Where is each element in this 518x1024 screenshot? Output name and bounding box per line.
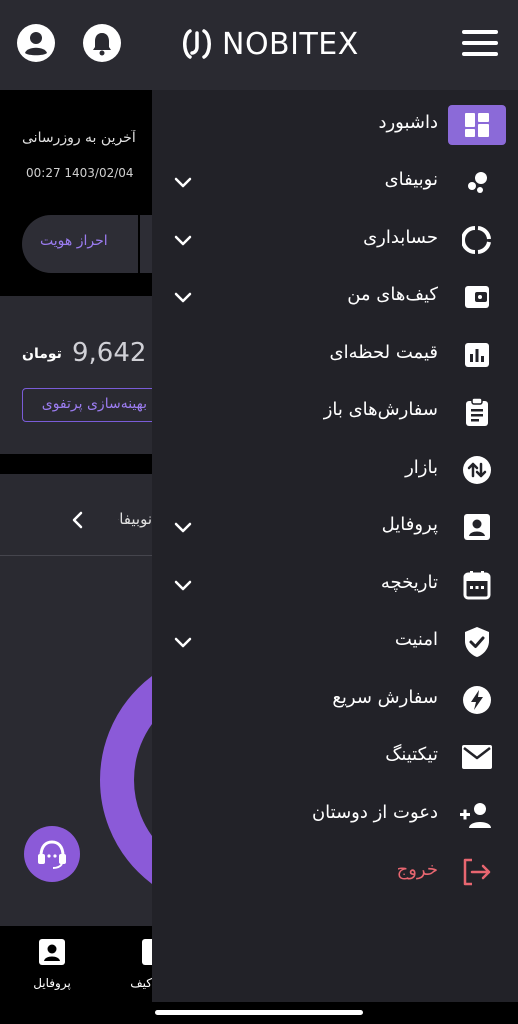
separator bbox=[0, 555, 152, 556]
menu-label: پروفایل bbox=[381, 514, 438, 535]
menu-item-accounting[interactable]: حسابداری bbox=[152, 215, 518, 265]
balance-value: 9,642 bbox=[72, 338, 147, 368]
bubbles-icon bbox=[448, 162, 506, 202]
app-header: NOBITEX bbox=[0, 0, 518, 90]
menu-label: سفارش سریع bbox=[332, 687, 438, 708]
last-update-label: آخرین به روزرسانی bbox=[22, 130, 136, 146]
notifications-button[interactable] bbox=[83, 24, 123, 64]
balance-section bbox=[0, 296, 152, 454]
menu-label: داشبورد bbox=[378, 112, 438, 133]
menu-item-invite-friends[interactable]: دعوت از دوستان bbox=[152, 790, 518, 840]
menu-label: سفارش‌های باز bbox=[323, 399, 438, 420]
bottom-nav-profile-label: پروفایل bbox=[33, 976, 71, 990]
menu-item-history[interactable]: تاریخچه bbox=[152, 560, 518, 610]
dashboard-icon bbox=[448, 105, 506, 145]
secondary-button-edge[interactable] bbox=[140, 215, 152, 273]
home-indicator[interactable] bbox=[155, 1010, 363, 1015]
menu-item-ticketing[interactable]: تیکتینگ bbox=[152, 732, 518, 782]
nobifi-link[interactable]: نوبیفای bbox=[118, 510, 152, 528]
navigation-drawer: داشبورد نوبیفای حسابداری bbox=[152, 90, 518, 1002]
chevron-down-icon bbox=[174, 522, 192, 533]
kyc-button-label: احراز هویت bbox=[40, 233, 108, 249]
hamburger-menu-icon bbox=[462, 30, 498, 56]
menu-item-logout[interactable]: خروج bbox=[152, 847, 518, 897]
menu-label: دعوت از دوستان bbox=[311, 802, 438, 823]
menu-button[interactable] bbox=[462, 30, 498, 58]
portfolio-optimize-button[interactable]: بهینه‌سازی پرتفوی bbox=[22, 388, 162, 422]
profile-card-icon bbox=[448, 507, 506, 547]
menu-item-security[interactable]: امنیت bbox=[152, 617, 518, 667]
bottom-nav-profile[interactable]: پروفایل bbox=[22, 938, 82, 990]
clipboard-icon bbox=[448, 392, 506, 432]
chevron-down-icon bbox=[174, 292, 192, 303]
last-update-time: 00:27 1403/02/04 bbox=[26, 166, 134, 180]
menu-label: قیمت لحظه‌ای bbox=[329, 342, 438, 363]
chevron-down-icon bbox=[174, 235, 192, 246]
lightning-icon bbox=[448, 680, 506, 720]
support-button[interactable] bbox=[24, 826, 80, 882]
menu-item-market[interactable]: بازار bbox=[152, 445, 518, 495]
menu-item-profile[interactable]: پروفایل bbox=[152, 502, 518, 552]
menu-label: خروج bbox=[396, 859, 438, 880]
nobitex-logo-icon bbox=[183, 29, 211, 59]
bottom-nav-wallet-label: کیف پول bbox=[128, 976, 152, 990]
section-gap bbox=[0, 454, 152, 474]
menu-label: حسابداری bbox=[363, 227, 438, 248]
balance-unit: تومان bbox=[22, 346, 62, 362]
headset-icon bbox=[38, 840, 66, 869]
account-button[interactable] bbox=[17, 24, 57, 64]
menu-item-quick-order[interactable]: سفارش سریع bbox=[152, 675, 518, 725]
menu-label: تاریخچه bbox=[380, 572, 438, 593]
menu-item-dashboard[interactable]: داشبورد bbox=[152, 100, 518, 150]
menu-label: بازار bbox=[405, 457, 438, 478]
swap-vertical-icon bbox=[448, 450, 506, 490]
menu-item-wallets[interactable]: کیف‌های من bbox=[152, 272, 518, 322]
portfolio-donut-chart bbox=[100, 650, 152, 910]
wallet-icon bbox=[448, 277, 506, 317]
chevron-left-icon[interactable] bbox=[68, 510, 88, 530]
shield-check-icon bbox=[448, 622, 506, 662]
envelope-icon bbox=[448, 737, 506, 777]
wallet-label-text: کیف پول bbox=[128, 976, 152, 990]
menu-label: تیکتینگ bbox=[385, 744, 438, 765]
chevron-down-icon bbox=[174, 637, 192, 648]
add-user-icon bbox=[448, 795, 506, 835]
menu-label: نوبیفای bbox=[384, 169, 438, 190]
menu-item-live-prices[interactable]: قیمت لحظه‌ای bbox=[152, 330, 518, 380]
bottom-nav-wallet[interactable]: کیف پول bbox=[128, 938, 152, 990]
donut-icon bbox=[448, 220, 506, 260]
calendar-icon bbox=[448, 565, 506, 605]
brand-logo: NOBITEX bbox=[180, 24, 359, 64]
kyc-button[interactable]: احراز هویت bbox=[22, 215, 157, 273]
menu-label: کیف‌های من bbox=[347, 284, 438, 305]
chevron-down-icon bbox=[174, 580, 192, 591]
account-circle-icon bbox=[17, 24, 55, 62]
menu-label: امنیت bbox=[394, 629, 438, 650]
bell-icon bbox=[83, 24, 121, 62]
portfolio-button-label: بهینه‌سازی پرتفوی bbox=[41, 396, 147, 412]
bar-chart-icon bbox=[448, 335, 506, 375]
profile-card-icon bbox=[39, 939, 65, 965]
logout-icon bbox=[448, 852, 506, 892]
logo-text: NOBITEX bbox=[222, 26, 359, 62]
menu-item-open-orders[interactable]: سفارش‌های باز bbox=[152, 387, 518, 437]
menu-item-nobifi[interactable]: نوبیفای bbox=[152, 157, 518, 207]
wallet-icon bbox=[142, 939, 152, 965]
chevron-down-icon bbox=[174, 177, 192, 188]
